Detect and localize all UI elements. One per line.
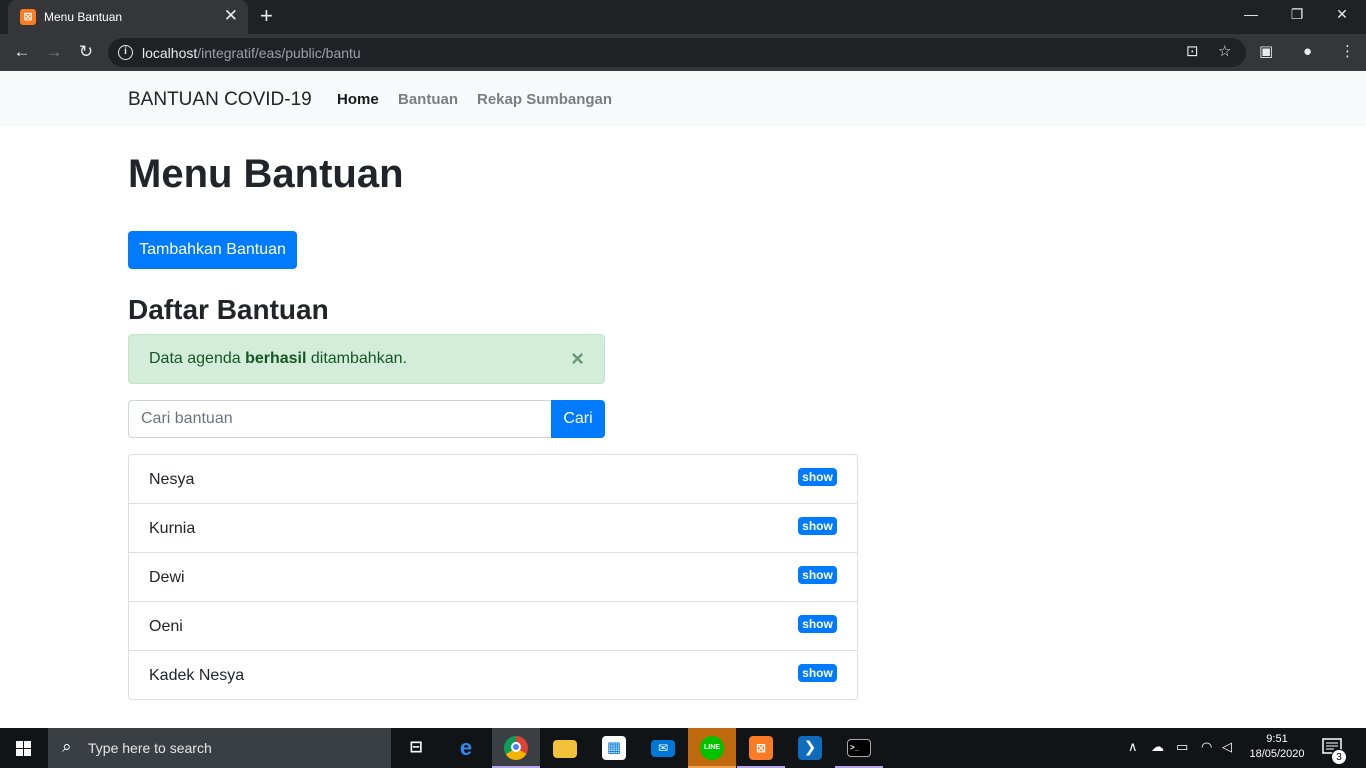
- list-title: Daftar Bantuan: [128, 294, 329, 325]
- store-icon: ▦: [602, 736, 626, 760]
- window-close-icon[interactable]: ✕: [1322, 4, 1362, 24]
- forward-arrow-icon[interactable]: →: [42, 41, 66, 63]
- taskbar-edge[interactable]: e: [442, 728, 490, 768]
- taskbar-mail[interactable]: ✉: [639, 728, 687, 768]
- nav-link-home[interactable]: Home: [337, 91, 379, 108]
- start-button[interactable]: [0, 728, 48, 768]
- tab-close-icon[interactable]: ✕: [224, 7, 238, 25]
- taskbar-xampp[interactable]: ⊠: [737, 728, 785, 768]
- show-button[interactable]: show: [798, 664, 837, 682]
- add-bantuan-button[interactable]: Tambahkan Bantuan: [128, 231, 297, 269]
- show-button[interactable]: show: [798, 566, 837, 584]
- taskbar-file-explorer[interactable]: [541, 728, 589, 768]
- search-input[interactable]: [128, 400, 552, 438]
- chrome-icon: [504, 736, 528, 760]
- list-item: Kadek Nesya show: [129, 650, 857, 699]
- notification-count-badge: 3: [1331, 749, 1347, 765]
- page-title: Menu Bantuan: [128, 152, 404, 196]
- edge-icon: e: [459, 735, 473, 760]
- wifi-icon[interactable]: ◠: [1201, 739, 1212, 755]
- alert-message: Data agenda berhasil ditambahkan.: [149, 350, 407, 367]
- mail-icon: ✉: [651, 740, 675, 757]
- restore-icon[interactable]: ❐: [1277, 4, 1317, 24]
- taskbar-search-box[interactable]: ⌕ Type here to search: [48, 728, 391, 768]
- task-view-icon: ⊟: [409, 739, 423, 756]
- nav-link-bantuan[interactable]: Bantuan: [398, 91, 458, 108]
- site-navbar: BANTUAN COVID-19 Home Bantuan Rekap Sumb…: [0, 71, 1366, 127]
- browser-menu-icon[interactable]: ⋮: [1340, 43, 1355, 61]
- item-name: Nesya: [149, 471, 195, 488]
- bantuan-list: Nesya show Kurnia show Dewi show Oeni sh…: [128, 454, 858, 700]
- address-toolbar: ← → ↻ i localhost/integratif/eas/public/…: [0, 34, 1366, 71]
- taskbar-vscode[interactable]: ❯: [786, 728, 834, 768]
- item-name: Kadek Nesya: [149, 667, 245, 684]
- show-button[interactable]: show: [798, 615, 837, 633]
- system-clock[interactable]: 9:51 18/05/2020: [1244, 732, 1310, 762]
- list-item: Nesya show: [129, 455, 857, 503]
- tab-title: Menu Bantuan: [44, 10, 123, 24]
- battery-icon[interactable]: ▭: [1176, 739, 1188, 755]
- profile-avatar-icon[interactable]: ●: [1303, 43, 1312, 61]
- navbar-brand[interactable]: BANTUAN COVID-19: [128, 89, 312, 111]
- windows-logo-icon: [16, 741, 32, 756]
- extension-icon[interactable]: ▣: [1259, 43, 1273, 61]
- browser-tab-strip: ⊠ Menu Bantuan ✕ + — ❐ ✕: [0, 0, 1366, 34]
- item-name: Dewi: [149, 569, 185, 586]
- show-button[interactable]: show: [798, 468, 837, 486]
- taskbar-chrome[interactable]: [492, 728, 540, 768]
- clock-time: 9:51: [1266, 733, 1288, 745]
- search-icon: ⌕: [62, 737, 72, 756]
- onedrive-cloud-icon[interactable]: ☁: [1151, 739, 1164, 755]
- nav-link-rekap-sumbangan[interactable]: Rekap Sumbangan: [477, 91, 612, 108]
- bookmark-star-icon[interactable]: ☆: [1218, 43, 1231, 61]
- list-item: Kurnia show: [129, 503, 857, 552]
- task-view-button[interactable]: ⊟: [392, 728, 440, 768]
- minimize-icon[interactable]: —: [1231, 4, 1271, 24]
- taskbar-store[interactable]: ▦: [590, 728, 638, 768]
- taskbar-line[interactable]: LINE: [688, 728, 736, 768]
- reload-icon[interactable]: ↻: [74, 41, 98, 63]
- item-name: Oeni: [149, 618, 183, 635]
- back-arrow-icon[interactable]: ←: [10, 41, 34, 63]
- site-info-icon[interactable]: i: [118, 45, 133, 60]
- folder-icon: [553, 740, 577, 758]
- list-item: Oeni show: [129, 601, 857, 650]
- xampp-icon: ⊠: [20, 9, 36, 25]
- clock-date: 18/05/2020: [1249, 748, 1305, 760]
- alert-close-icon[interactable]: ×: [571, 348, 584, 370]
- volume-icon[interactable]: ◁: [1222, 739, 1232, 755]
- translate-icon[interactable]: ⊡: [1186, 43, 1199, 61]
- line-icon: LINE: [700, 736, 724, 760]
- taskbar-terminal[interactable]: >_: [835, 728, 883, 768]
- terminal-icon: >_: [847, 739, 871, 757]
- url-text[interactable]: localhost/integratif/eas/public/bantu: [142, 45, 361, 61]
- address-bar[interactable]: i localhost/integratif/eas/public/bantu …: [108, 38, 1246, 67]
- taskbar-search-placeholder: Type here to search: [88, 740, 212, 756]
- new-tab-icon[interactable]: +: [260, 5, 273, 27]
- success-alert: Data agenda berhasil ditambahkan. ×: [128, 334, 605, 384]
- list-item: Dewi show: [129, 552, 857, 601]
- tray-chevron-up-icon[interactable]: ∧: [1128, 739, 1138, 755]
- item-name: Kurnia: [149, 520, 196, 537]
- vscode-icon: ❯: [798, 736, 822, 760]
- windows-taskbar: ⌕ Type here to search ⊟ e ▦ ✉ LINE ⊠ ❯ >…: [0, 728, 1366, 768]
- show-button[interactable]: show: [798, 517, 837, 535]
- search-button[interactable]: Cari: [551, 400, 605, 438]
- xampp-icon: ⊠: [749, 736, 773, 760]
- browser-tab[interactable]: ⊠ Menu Bantuan ✕: [8, 0, 248, 34]
